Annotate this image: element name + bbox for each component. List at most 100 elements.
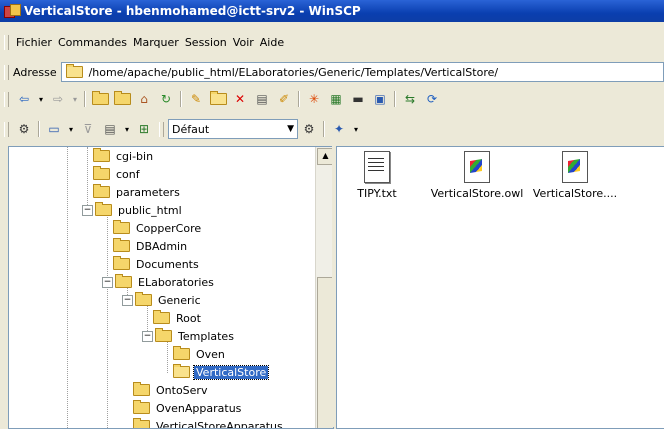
address-label: Adresse bbox=[13, 65, 57, 79]
tree-item[interactable]: Oven bbox=[173, 345, 227, 363]
putty-icon[interactable]: ▣ bbox=[371, 90, 389, 108]
title-bar[interactable]: VerticalStore - hbenmohamed@ictt-srv2 - … bbox=[0, 0, 664, 22]
menu-marquer[interactable]: Marquer bbox=[130, 36, 182, 49]
sort-dropdown-icon[interactable]: ▾ bbox=[123, 120, 131, 138]
filter-icon[interactable]: ⊽ bbox=[79, 120, 97, 138]
tree-item[interactable]: conf bbox=[93, 165, 142, 183]
directory-tree-pane[interactable]: cgi-bin conf parameters − public_html Co… bbox=[8, 146, 334, 429]
text-file-icon bbox=[364, 151, 390, 183]
tree-vertical-scrollbar[interactable]: ▲ bbox=[315, 147, 333, 428]
tree-item[interactable]: public_html bbox=[95, 201, 184, 219]
collapse-toggle[interactable]: − bbox=[122, 295, 133, 306]
tree-connector bbox=[67, 147, 68, 428]
folder-open-icon bbox=[173, 364, 190, 378]
menu-aide[interactable]: Aide bbox=[257, 36, 287, 49]
toolbar-grip[interactable] bbox=[4, 121, 9, 137]
file-item[interactable]: VerticalStore.... bbox=[529, 147, 621, 200]
folder-icon bbox=[93, 184, 110, 198]
custom-commands-icon[interactable]: ✦ bbox=[330, 120, 348, 138]
gear-icon[interactable]: ⚙ bbox=[15, 120, 33, 138]
sort-icon[interactable]: ▤ bbox=[101, 120, 119, 138]
folder-link-icon bbox=[93, 166, 110, 180]
tree-item[interactable]: OvenApparatus bbox=[133, 399, 243, 417]
tree-connector bbox=[87, 147, 88, 207]
root-directory-icon[interactable] bbox=[113, 90, 131, 108]
folder-icon bbox=[155, 328, 172, 342]
winscp-app-icon[interactable] bbox=[4, 4, 21, 18]
folder-icon bbox=[113, 220, 130, 234]
toolbar-separator bbox=[38, 121, 40, 137]
forward-dropdown-icon[interactable]: ▾ bbox=[71, 90, 79, 108]
menu-session[interactable]: Session bbox=[182, 36, 230, 49]
rename-icon[interactable]: ✐ bbox=[275, 90, 293, 108]
address-bar: Adresse /home/apache/public_html/ELabora… bbox=[0, 61, 664, 83]
toolbar-separator bbox=[298, 91, 300, 107]
address-bar-grip[interactable] bbox=[4, 64, 9, 80]
collapse-toggle[interactable]: − bbox=[142, 331, 153, 342]
open-icon[interactable] bbox=[209, 90, 227, 108]
folder-icon bbox=[133, 400, 150, 414]
refresh-icon[interactable]: ↻ bbox=[157, 90, 175, 108]
tree-item-selected[interactable]: VerticalStore bbox=[173, 363, 270, 381]
transfer-settings-gear-icon[interactable]: ⚙ bbox=[300, 120, 318, 138]
properties-icon[interactable]: ▤ bbox=[253, 90, 271, 108]
view-mode-icon[interactable]: ▭ bbox=[45, 120, 63, 138]
tree-toggle-icon[interactable]: ⊞ bbox=[135, 120, 153, 138]
transfer-settings-dropdown[interactable]: Défaut ▼ bbox=[168, 119, 298, 139]
tree-item[interactable]: Templates bbox=[155, 327, 236, 345]
toolbar-separator bbox=[180, 91, 182, 107]
back-dropdown-icon[interactable]: ▾ bbox=[37, 90, 45, 108]
tree-item[interactable]: Generic bbox=[135, 291, 203, 309]
folder-icon bbox=[133, 418, 150, 428]
tree-item[interactable]: parameters bbox=[93, 183, 182, 201]
toolbar-grip[interactable] bbox=[4, 91, 9, 107]
tree-item[interactable]: DBAdmin bbox=[113, 237, 189, 255]
collapse-toggle[interactable]: − bbox=[102, 277, 113, 288]
edit-icon[interactable]: ✎ bbox=[187, 90, 205, 108]
folder-icon bbox=[115, 274, 132, 288]
navigation-toolbar: ⇦ ▾ ⇨ ▾ ⌂ ↻ ✎ ✕ ▤ ✐ ✳ ▦ ▬ ▣ ⇆ ⟳ bbox=[0, 88, 443, 110]
owl-file-icon bbox=[464, 151, 490, 183]
create-directory-icon[interactable]: ✳ bbox=[305, 90, 323, 108]
delete-icon[interactable]: ✕ bbox=[231, 90, 249, 108]
tree-item[interactable]: Documents bbox=[113, 255, 201, 273]
back-arrow-icon[interactable]: ⇦ bbox=[15, 90, 33, 108]
menu-commandes[interactable]: Commandes bbox=[55, 36, 130, 49]
owl-file-icon bbox=[562, 151, 588, 183]
synchronize-icon[interactable]: ⇆ bbox=[401, 90, 419, 108]
directory-tree: cgi-bin conf parameters − public_html Co… bbox=[9, 147, 315, 428]
chevron-down-icon[interactable]: ▼ bbox=[287, 124, 297, 134]
folder-icon bbox=[113, 238, 130, 252]
toolbar-grip[interactable] bbox=[159, 121, 164, 137]
tree-item[interactable]: cgi-bin bbox=[93, 147, 155, 165]
file-item[interactable]: TIPY.txt bbox=[337, 147, 417, 200]
menu-fichier[interactable]: Fichier bbox=[13, 36, 55, 49]
custom-commands-dropdown-icon[interactable]: ▾ bbox=[352, 120, 360, 138]
folder-icon bbox=[135, 292, 152, 306]
file-list-pane[interactable]: TIPY.txt VerticalStore.owl VerticalStore… bbox=[336, 146, 664, 429]
home-directory-icon[interactable]: ⌂ bbox=[135, 90, 153, 108]
folder-icon bbox=[173, 346, 190, 360]
folder-icon bbox=[153, 310, 170, 324]
parent-directory-icon[interactable] bbox=[91, 90, 109, 108]
folder-icon bbox=[95, 202, 112, 216]
collapse-toggle[interactable]: − bbox=[82, 205, 93, 216]
add-edit-link-icon[interactable]: ▦ bbox=[327, 90, 345, 108]
tree-item[interactable]: CopperCore bbox=[113, 219, 203, 237]
window-title: VerticalStore - hbenmohamed@ictt-srv2 - … bbox=[24, 4, 361, 18]
menu-bar-grip[interactable] bbox=[4, 34, 9, 50]
tree-item[interactable]: Root bbox=[153, 309, 203, 327]
keep-up-to-date-icon[interactable]: ⟳ bbox=[423, 90, 441, 108]
folder-icon bbox=[133, 382, 150, 396]
menu-bar: Fichier Commandes Marquer Session Voir A… bbox=[0, 33, 287, 51]
console-icon[interactable]: ▬ bbox=[349, 90, 367, 108]
file-item[interactable]: VerticalStore.owl bbox=[427, 147, 527, 200]
forward-arrow-icon[interactable]: ⇨ bbox=[49, 90, 67, 108]
tree-item[interactable]: VerticalStoreApparatus bbox=[133, 417, 285, 428]
view-mode-dropdown-icon[interactable]: ▾ bbox=[67, 120, 75, 138]
toolbar-separator bbox=[394, 91, 396, 107]
address-input[interactable]: /home/apache/public_html/ELaboratories/G… bbox=[60, 62, 664, 82]
tree-item[interactable]: OntoServ bbox=[133, 381, 209, 399]
tree-item[interactable]: ELaboratories bbox=[115, 273, 216, 291]
menu-voir[interactable]: Voir bbox=[230, 36, 257, 49]
